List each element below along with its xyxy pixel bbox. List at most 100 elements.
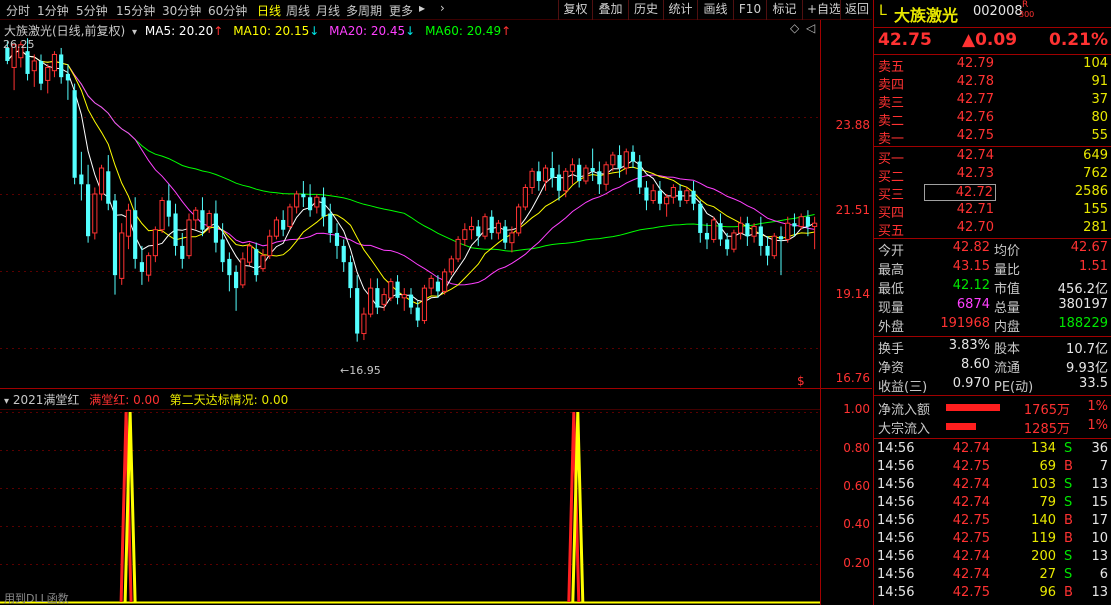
bid-price: 42.74 [956, 148, 994, 163]
candle-body-down [65, 73, 70, 81]
overlay-button[interactable]: 叠加 [592, 0, 628, 20]
candle-body-up [381, 294, 387, 305]
tab-weekly[interactable]: 周线 [286, 2, 310, 19]
candle-body-down [691, 190, 696, 204]
ask-price: 42.78 [956, 74, 994, 89]
tick-row: 14:56 42.74 79 S 15 [874, 495, 1111, 513]
flow-bar [946, 423, 976, 430]
tab-30min[interactable]: 30分钟 [162, 2, 201, 19]
tab-fenshi[interactable]: 分时 [6, 2, 30, 19]
stat-row: 最高 43.15 量比 1.51 [874, 259, 1111, 278]
candle-body-up [623, 151, 629, 169]
tab-60min[interactable]: 60分钟 [208, 2, 247, 19]
diamond-icon[interactable]: ◇ [790, 21, 799, 35]
indicator-tick: 0.60 [843, 479, 870, 493]
candle-body-down [213, 213, 218, 243]
candle-body-up [125, 209, 132, 237]
bid-volume: 281 [1083, 220, 1108, 235]
bid-row[interactable]: 买一 42.74 649 [874, 148, 1111, 167]
more-caret-icon[interactable]: ▸ [419, 1, 425, 15]
ma20-line [7, 49, 815, 286]
tick-volume: 69 [1039, 459, 1056, 474]
candle-body-down [630, 151, 636, 162]
candle-body-up [152, 229, 158, 257]
ask-row[interactable]: 卖三 42.77 37 [874, 92, 1111, 111]
candle [341, 239, 346, 272]
candle-body-down [341, 245, 346, 263]
candle [630, 145, 636, 169]
tab-multi-period[interactable]: 多周期 [346, 2, 382, 19]
stat-label: 收益(三) [878, 380, 928, 395]
candle-body-down [644, 187, 649, 201]
stat-label: 换手 [878, 342, 905, 357]
bid-row[interactable]: 买五 42.70 281 [874, 220, 1111, 239]
expand-icon[interactable]: ◁ [806, 21, 815, 35]
bid-row[interactable]: 买四 42.71 155 [874, 202, 1111, 221]
bid-row[interactable]: 买三 42.72 2586 [874, 184, 1111, 203]
history-button[interactable]: 历史 [628, 0, 663, 20]
indicator-settings-icon[interactable]: ▾ [4, 396, 9, 407]
bid-row[interactable]: 买二 42.73 762 [874, 166, 1111, 185]
add-watchlist-button[interactable]: +自选 [802, 0, 841, 20]
mark-button[interactable]: 标记 [766, 0, 802, 20]
tick-direction: B [1064, 459, 1073, 474]
bid-volume: 2586 [1074, 184, 1108, 199]
ask-row[interactable]: 卖二 42.76 80 [874, 110, 1111, 129]
candle [166, 184, 171, 227]
tick-volume: 119 [1031, 531, 1056, 546]
fuquan-button[interactable]: 复权 [558, 0, 592, 20]
candle-body-up [240, 258, 246, 286]
tab-5min[interactable]: 5分钟 [76, 2, 108, 19]
candle-body-down [577, 164, 582, 182]
ask-row[interactable]: 卖四 42.78 91 [874, 74, 1111, 93]
statistics-button[interactable]: 统计 [663, 0, 697, 20]
candle [72, 83, 77, 185]
ask-volume: 37 [1091, 92, 1108, 107]
tick-direction: B [1064, 531, 1073, 546]
candle-body-up [186, 219, 192, 257]
candle [462, 223, 468, 246]
candle [792, 213, 797, 237]
candle-body-down [503, 226, 508, 243]
candle [11, 44, 17, 91]
candle [112, 194, 118, 295]
candle [704, 223, 710, 250]
candle-body-down [550, 168, 555, 178]
tab-1min[interactable]: 1分钟 [37, 2, 69, 19]
tab-monthly[interactable]: 月线 [316, 2, 340, 19]
indicator-tick: 0.80 [843, 441, 870, 455]
stat-value: 43.15 [952, 259, 990, 274]
tab-15min[interactable]: 15分钟 [116, 2, 155, 19]
candle-body-up [31, 60, 37, 72]
candle-body-up [294, 193, 300, 208]
price-change-pct: 0.21% [1049, 30, 1108, 50]
f10-button[interactable]: F10 [733, 0, 766, 20]
dollar-icon[interactable]: $ [797, 374, 805, 388]
tab-daily[interactable]: 日线 [257, 2, 281, 19]
stat-value: 8.60 [961, 357, 990, 372]
candle [395, 275, 400, 305]
candle-body-down [678, 190, 683, 201]
candle [569, 158, 576, 185]
tick-time: 14:56 [877, 459, 915, 474]
candle-body-down [106, 171, 111, 204]
candle [765, 236, 770, 266]
scroll-right-icon[interactable]: › [440, 1, 445, 15]
indicator-tick: 1.00 [843, 402, 870, 416]
tick-direction: S [1064, 441, 1073, 456]
ask-row[interactable]: 卖一 42.75 55 [874, 128, 1111, 147]
draw-button[interactable]: 画线 [697, 0, 733, 20]
tick-row: 14:56 42.75 96 B 13 [874, 585, 1111, 603]
back-button[interactable]: 返回 [840, 0, 872, 20]
ask-row[interactable]: 卖五 42.79 104 [874, 56, 1111, 75]
candle-body-down [792, 223, 797, 227]
candle-body-down [301, 194, 306, 198]
candle [125, 203, 132, 250]
candle [718, 213, 723, 246]
tick-price: 42.75 [952, 513, 990, 528]
tick-time: 14:56 [877, 531, 915, 546]
candle [468, 216, 475, 240]
tab-more[interactable]: 更多 [389, 2, 413, 19]
kline-chart[interactable] [0, 20, 872, 605]
settings-circle-icon[interactable]: ▾ [132, 27, 137, 38]
